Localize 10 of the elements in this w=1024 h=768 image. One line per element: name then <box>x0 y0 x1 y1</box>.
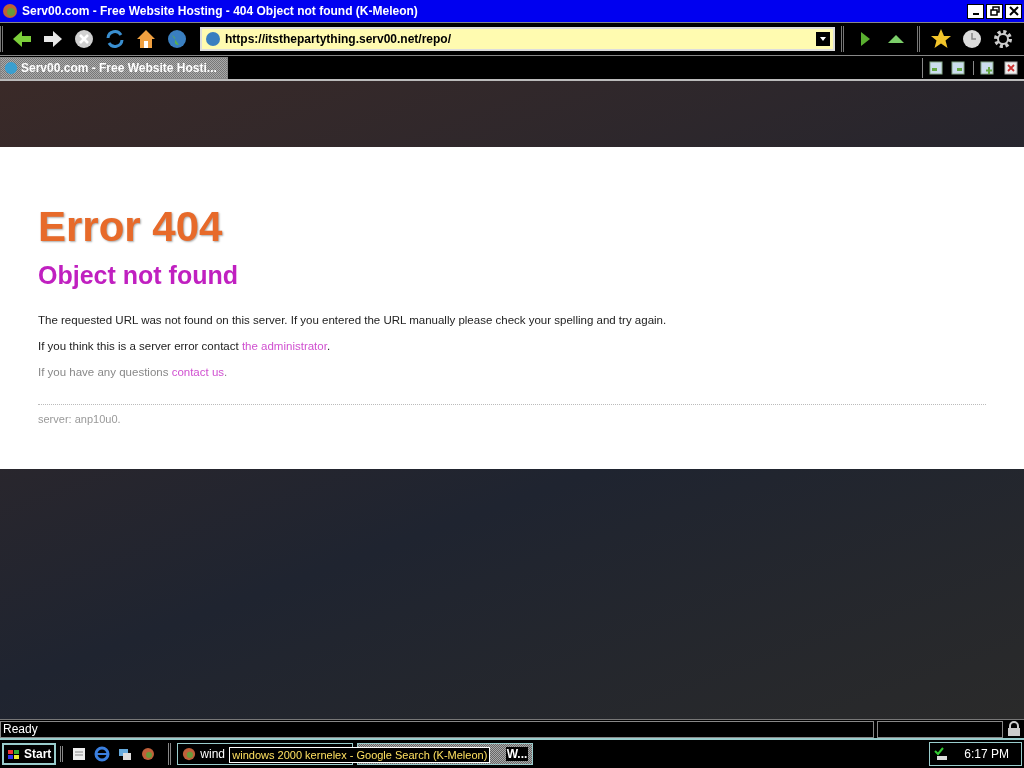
message-paragraph: If you have any questions contact us. <box>38 366 229 378</box>
error-subheading: Object not found <box>38 261 239 290</box>
window-title: Serv00.com - Free Website Hosting - 404 Object not found (K-Meleon) <box>22 4 419 18</box>
server-footer: server: anp10u0. <box>38 413 986 425</box>
tooltip: windows 2000 kernelex - Google Search (K-Meleon) <box>229 747 491 763</box>
status-text: Ready <box>0 720 874 738</box>
clock: 6:17 PM <box>964 747 1009 761</box>
message-paragraph: The requested URL was not found on this server. If you entered the URL manually please check your spelling and try again. <box>38 314 668 326</box>
error-heading: Error 404 <box>38 203 224 251</box>
message-paragraph: If you think this is a server error contact the administrator. <box>38 340 332 352</box>
